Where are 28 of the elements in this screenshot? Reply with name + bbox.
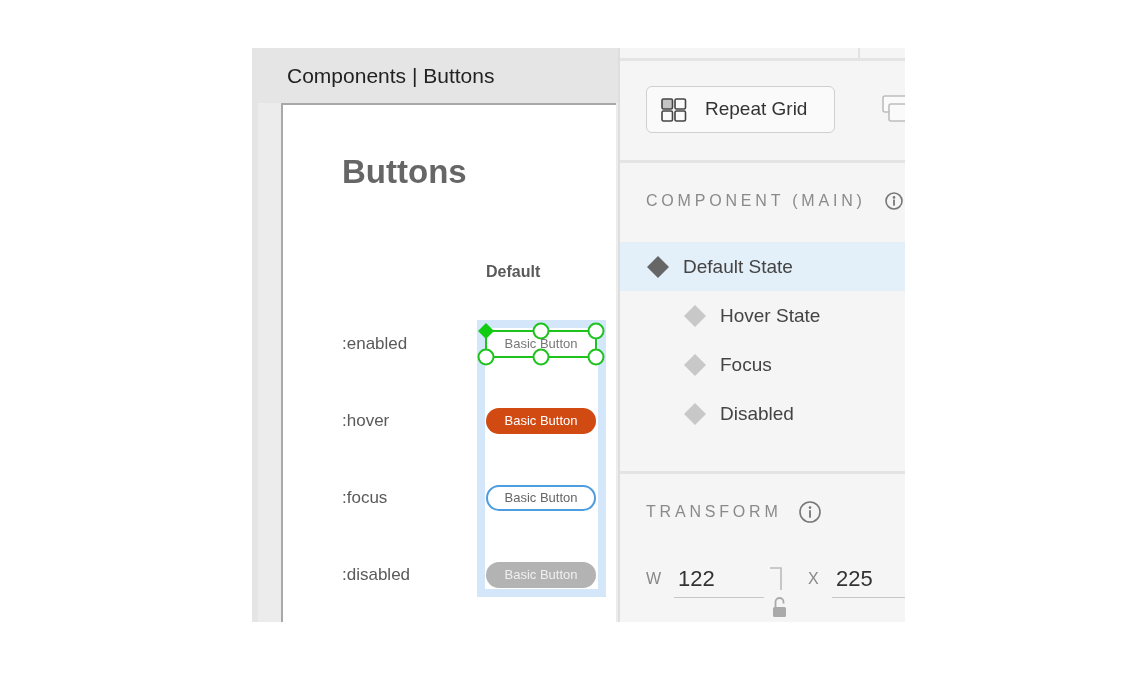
document-tab-title[interactable]: Components | Buttons	[287, 62, 495, 89]
field-label: W	[646, 569, 663, 589]
grid-icon	[661, 97, 687, 122]
info-icon[interactable]	[798, 501, 821, 523]
state-item[interactable]: Focus	[620, 340, 905, 389]
diamond-icon	[683, 352, 707, 377]
state-label: :hover	[342, 410, 390, 432]
pill-button[interactable]: Basic Button	[477, 322, 605, 366]
state-item[interactable]: Disabled	[620, 389, 905, 438]
diamond-icon	[646, 254, 670, 279]
state-label: :focus	[342, 487, 388, 509]
section-title: TRANSFORM	[646, 502, 782, 522]
diamond-icon	[683, 401, 707, 426]
pill-button[interactable]: Basic Button	[486, 408, 596, 434]
state-label: :enabled	[342, 333, 408, 355]
value-field[interactable]: 225	[832, 560, 905, 598]
pill-button[interactable]: Basic Button	[486, 485, 596, 511]
value-field[interactable]: 122	[674, 560, 764, 598]
state-item[interactable]: Hover State	[620, 291, 905, 340]
diamond-icon	[683, 303, 707, 328]
artboard-heading: Buttons	[342, 152, 467, 192]
repeat-grid-button[interactable]: Repeat Grid	[646, 86, 835, 133]
column-heading: Default	[486, 262, 541, 282]
section-title: COMPONENT (MAIN)	[646, 191, 866, 211]
field-label: X	[808, 569, 820, 589]
state-label: :disabled	[342, 564, 411, 586]
state-item[interactable]: Default State	[620, 242, 905, 291]
info-icon[interactable]	[884, 192, 903, 210]
